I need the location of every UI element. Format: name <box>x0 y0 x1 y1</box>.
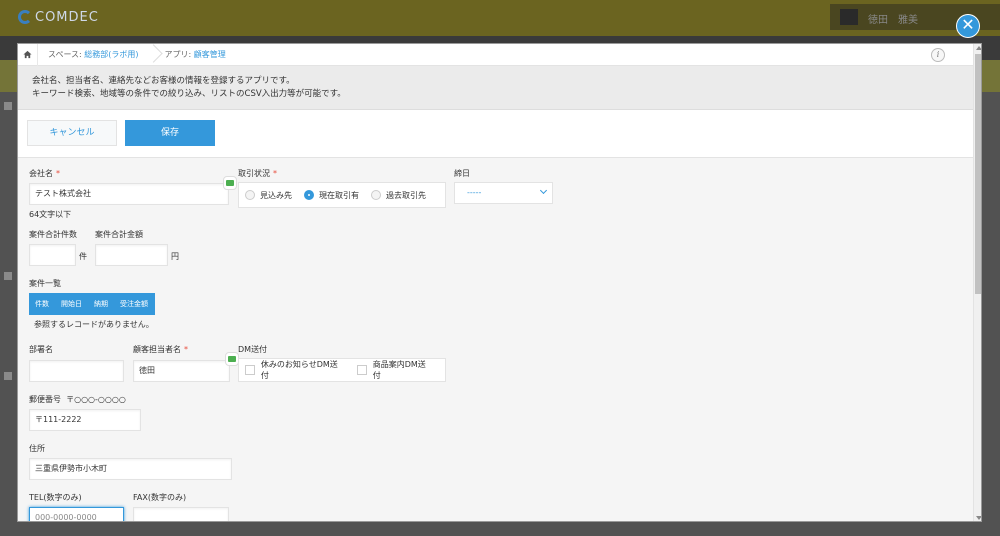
app-header: COMDEC 徳田 雅美 <box>0 0 1000 36</box>
case-count-label: 案件合計件数 <box>29 230 77 239</box>
record-form: 会社名 * テスト株式会社 64文字以下 取引状況 * 見込み先 現在取引有 過去取… <box>18 158 973 521</box>
breadcrumb-space[interactable]: スペース: 総務部(ラボ用) <box>38 44 147 66</box>
contact-input[interactable]: 徳田 <box>133 360 230 382</box>
postal-label: 郵便番号 〒○○○-○○○○ <box>29 395 126 404</box>
closing-day-label: 締日 <box>454 169 470 178</box>
user-name: 徳田 雅美 <box>868 15 918 26</box>
save-button[interactable]: 保存 <box>125 120 215 146</box>
case-amount-input[interactable] <box>95 244 168 266</box>
breadcrumb: スペース: 総務部(ラボ用) アプリ: 顧客管理 i <box>18 44 973 66</box>
case-list-label: 案件一覧 <box>29 279 61 288</box>
closing-day-select[interactable]: ----- <box>454 182 553 204</box>
status-label: 取引状況 * <box>238 169 277 178</box>
record-edit-dialog: スペース: 総務部(ラボ用) アプリ: 顧客管理 i 会社名、担当者名、連絡先な… <box>17 43 982 522</box>
app-description: 会社名、担当者名、連絡先などお客様の情報を登録するアプリです。 キーワード検索、… <box>18 66 973 110</box>
column-header: 件数 <box>35 300 49 308</box>
postal-input[interactable]: 〒111-2222 <box>29 409 141 431</box>
tel-input[interactable]: 000-0000-0000 <box>29 507 124 521</box>
avatar <box>840 9 858 25</box>
scroll-up-arrow-icon[interactable] <box>976 46 981 50</box>
chevron-down-icon <box>539 186 548 195</box>
case-list-table-header: 件数 開始日 納期 受注金額 <box>29 293 155 315</box>
dm-checkbox-group: 休みのお知らせDM送付 商品案内DM送付 <box>238 358 446 382</box>
breadcrumb-space-name[interactable]: 総務部(ラボ用) <box>84 49 138 60</box>
status-option-current[interactable]: 現在取引有 <box>304 190 359 201</box>
address-label: 住所 <box>29 444 45 453</box>
company-hint: 64文字以下 <box>29 210 72 219</box>
logo-icon <box>18 10 32 24</box>
sidebar-mark <box>4 272 12 280</box>
column-header: 納期 <box>94 300 108 308</box>
dialog-scrollbar[interactable] <box>973 44 981 521</box>
fax-label: FAX(数字のみ) <box>133 493 187 502</box>
dm-label: DM送付 <box>238 345 268 354</box>
contact-label: 顧客担当者名 * <box>133 345 188 354</box>
column-header: 受注金額 <box>120 300 148 308</box>
breadcrumb-app[interactable]: アプリ: 顧客管理 <box>155 44 234 66</box>
breadcrumb-separator <box>147 44 155 66</box>
case-list-empty-message: 参照するレコードがありません。 <box>34 320 154 329</box>
case-amount-unit: 円 <box>171 252 179 261</box>
sidebar-mark <box>4 372 12 380</box>
checkbox[interactable] <box>356 365 367 375</box>
sidebar-mark <box>4 102 12 110</box>
close-icon: ✕ <box>961 15 975 34</box>
status-option-prospect[interactable]: 見込み先 <box>245 190 292 201</box>
company-label: 会社名 * <box>29 169 60 178</box>
department-label: 部署名 <box>29 345 53 354</box>
department-input[interactable] <box>29 360 124 382</box>
fax-input[interactable] <box>133 507 229 521</box>
tel-label: TEL(数字のみ) <box>29 493 82 502</box>
company-input[interactable]: テスト株式会社 <box>29 183 229 205</box>
info-icon[interactable]: i <box>931 48 945 62</box>
cancel-button[interactable]: キャンセル <box>27 120 117 146</box>
status-radio-group: 見込み先 現在取引有 過去取引先 <box>238 182 446 208</box>
app-logo: COMDEC <box>18 10 99 25</box>
checkbox[interactable] <box>245 365 255 375</box>
home-link[interactable] <box>18 44 38 66</box>
lookup-icon[interactable] <box>225 352 239 366</box>
close-dialog-button[interactable]: ✕ <box>957 15 979 37</box>
dm-option-product[interactable]: 商品案内DM送付 <box>356 359 433 381</box>
column-header: 開始日 <box>61 300 82 308</box>
form-toolbar: キャンセル 保存 <box>18 110 973 158</box>
dm-option-holiday[interactable]: 休みのお知らせDM送付 <box>245 359 345 381</box>
postal-hint: 〒○○○-○○○○ <box>66 395 126 404</box>
case-count-input[interactable] <box>29 244 76 266</box>
lookup-icon[interactable] <box>223 176 237 190</box>
case-amount-label: 案件合計金額 <box>95 230 143 239</box>
breadcrumb-app-name[interactable]: 顧客管理 <box>194 49 226 60</box>
case-count-unit: 件 <box>79 252 87 261</box>
scroll-down-arrow-icon[interactable] <box>976 516 981 520</box>
address-input[interactable]: 三重県伊勢市小木町 <box>29 458 232 480</box>
home-icon <box>23 50 32 59</box>
scroll-thumb[interactable] <box>975 54 981 294</box>
status-option-past[interactable]: 過去取引先 <box>371 190 426 201</box>
